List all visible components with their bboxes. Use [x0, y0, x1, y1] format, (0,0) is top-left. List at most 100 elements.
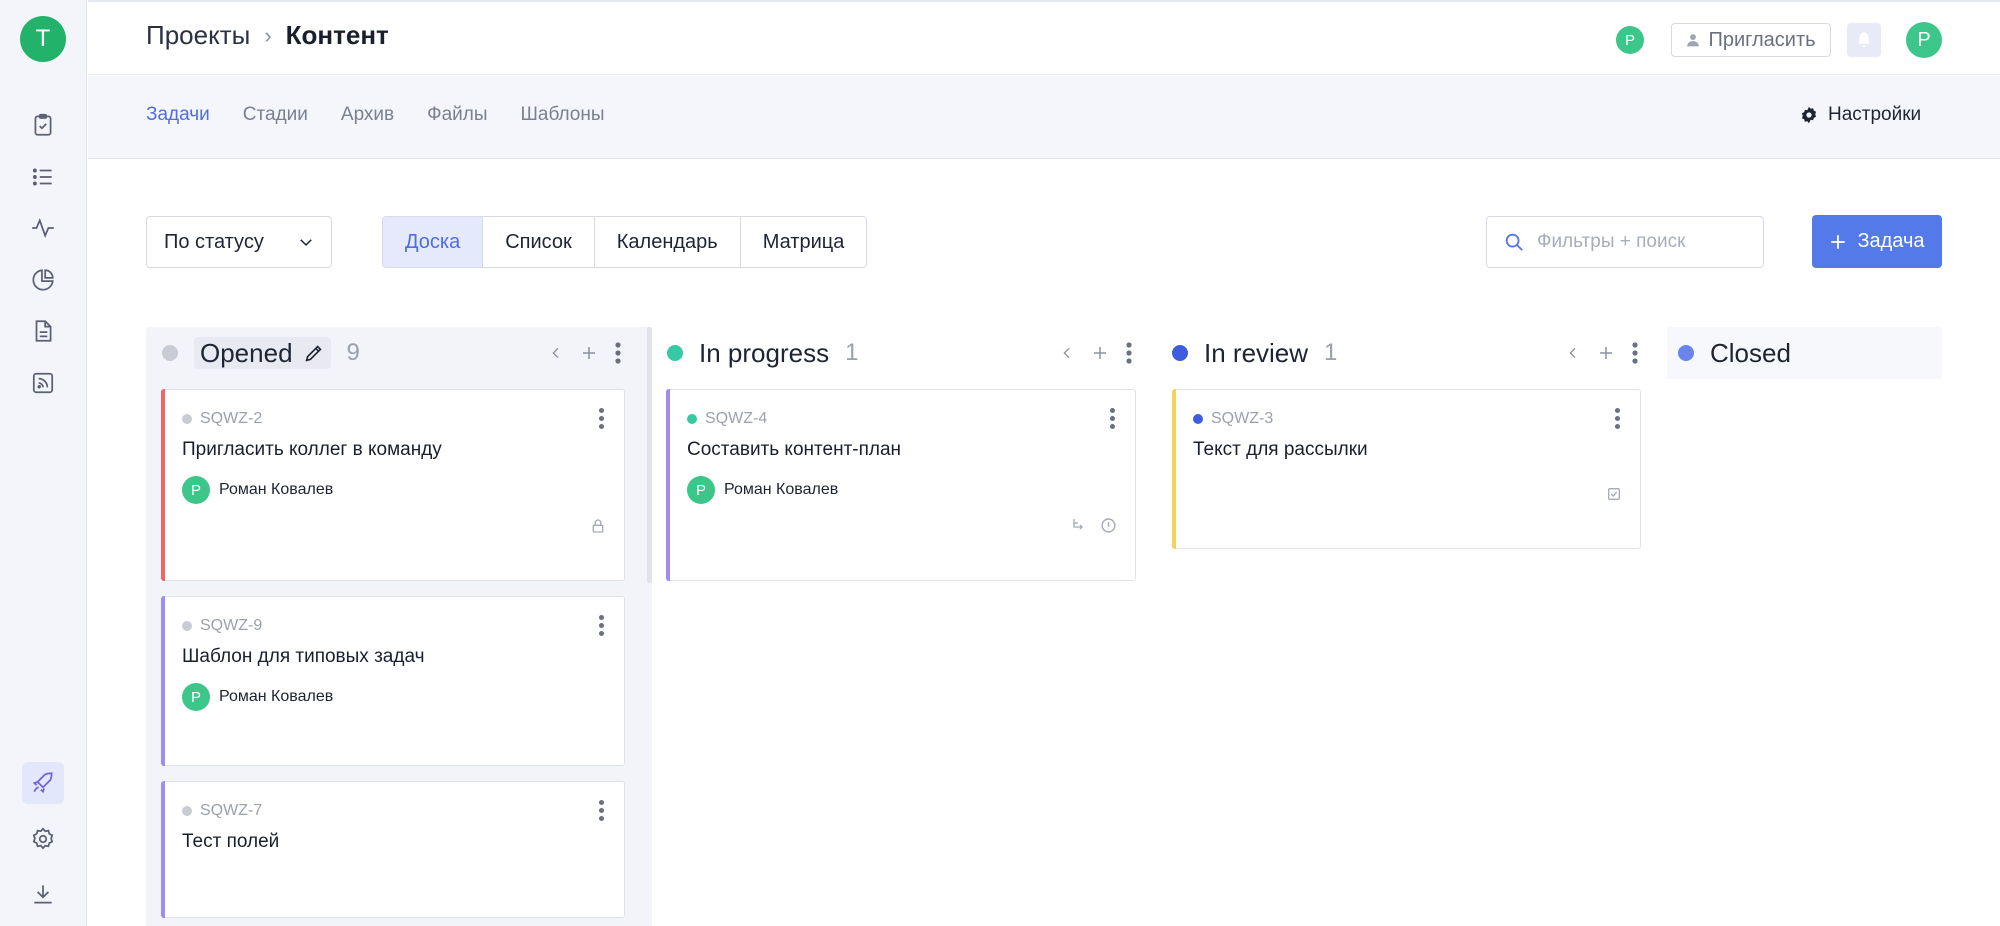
- column-scrollbar[interactable]: [647, 327, 652, 583]
- task-id: SQWZ-9: [182, 617, 262, 635]
- settings-label: Настройки: [1828, 104, 1922, 125]
- add-card-icon[interactable]: [580, 344, 598, 362]
- chevron-left-icon[interactable]: [548, 345, 564, 361]
- task-id: SQWZ-2: [182, 410, 262, 428]
- column-title-edit[interactable]: Opened: [194, 337, 331, 369]
- settings-icon[interactable]: [22, 818, 64, 860]
- settings-button[interactable]: Настройки: [1800, 104, 1921, 126]
- chevron-left-icon[interactable]: [1059, 345, 1075, 361]
- assignee-name: Роман Ковалев: [219, 688, 334, 705]
- search-filter-field[interactable]: [1486, 216, 1764, 268]
- list-icon[interactable]: [22, 156, 64, 198]
- task-card[interactable]: SQWZ-3 Текст для рассылки: [1172, 389, 1641, 549]
- more-vertical-icon[interactable]: [1125, 341, 1133, 365]
- assignee-avatar: Р: [182, 683, 210, 711]
- sidebar: T: [0, 0, 87, 926]
- column-header-closed: Closed: [1678, 327, 1791, 379]
- plus-icon: [1831, 234, 1846, 249]
- task-title: Текст для рассылки: [1193, 439, 1368, 460]
- task-title: Пригласить коллег в команду: [182, 439, 442, 460]
- chevron-left-icon[interactable]: [1565, 345, 1581, 361]
- group-by-select[interactable]: По статусу: [146, 216, 332, 268]
- breadcrumb: Проекты › Контент: [146, 20, 389, 51]
- priority-accent: [161, 389, 165, 581]
- column-actions-opened: [548, 341, 622, 365]
- top-header: Проекты › Контент Р Пригласить Р: [88, 0, 2000, 75]
- add-task-label: Задача: [1857, 230, 1925, 252]
- add-card-icon[interactable]: [1091, 344, 1109, 362]
- download-icon[interactable]: [22, 873, 64, 915]
- card-menu-icon[interactable]: [599, 800, 604, 821]
- view-board-button[interactable]: Доска: [383, 217, 484, 267]
- status-dot: [1172, 345, 1188, 361]
- invite-button[interactable]: Пригласить: [1671, 23, 1831, 57]
- priority-accent: [161, 596, 165, 766]
- tab-files[interactable]: Файлы: [427, 104, 487, 126]
- lock-icon: [592, 519, 604, 533]
- pencil-icon: [305, 345, 322, 362]
- workspace-avatar[interactable]: T: [20, 16, 66, 62]
- search-input[interactable]: [1537, 231, 1737, 253]
- status-dot: [162, 345, 178, 361]
- assignee-avatar: Р: [687, 476, 715, 504]
- card-menu-icon[interactable]: [1110, 408, 1115, 429]
- column-title[interactable]: In progress: [699, 338, 829, 369]
- view-calendar-button[interactable]: Календарь: [594, 217, 741, 267]
- document-icon[interactable]: [22, 310, 64, 352]
- tab-templates[interactable]: Шаблоны: [521, 104, 605, 126]
- card-menu-icon[interactable]: [599, 408, 604, 429]
- column-count: 9: [346, 339, 360, 366]
- view-matrix-button[interactable]: Матрица: [740, 217, 867, 267]
- more-vertical-icon[interactable]: [614, 341, 622, 365]
- task-assignee: Р Роман Ковалев: [182, 476, 333, 504]
- bell-icon: [1858, 32, 1870, 48]
- notifications-button[interactable]: [1847, 23, 1881, 57]
- subtask-icon: [1073, 519, 1083, 530]
- task-title: Составить контент-план: [687, 439, 902, 460]
- add-card-icon[interactable]: [1597, 344, 1615, 362]
- card-menu-icon[interactable]: [1615, 408, 1620, 429]
- info-icon: [1101, 518, 1116, 533]
- add-task-button[interactable]: Задача: [1812, 215, 1942, 268]
- view-list-button[interactable]: Список: [483, 217, 595, 267]
- reports-icon[interactable]: [22, 259, 64, 301]
- task-card[interactable]: SQWZ-4 Составить контент-план Р Роман Ко…: [666, 389, 1136, 581]
- tab-tasks[interactable]: Задачи: [146, 104, 210, 126]
- checklist-icon: [1608, 488, 1620, 500]
- task-assignee: Р Роман Ковалев: [182, 683, 333, 711]
- user-avatar[interactable]: Р: [1906, 22, 1942, 58]
- priority-accent: [1172, 389, 1176, 549]
- column-title[interactable]: In review: [1204, 338, 1308, 369]
- status-dot: [1678, 345, 1694, 361]
- task-card[interactable]: SQWZ-2 Пригласить коллег в команду Р Ром…: [161, 389, 625, 581]
- assignee-name: Роман Ковалев: [219, 481, 334, 498]
- card-menu-icon[interactable]: [599, 615, 604, 636]
- column-actions-in-progress: [1059, 341, 1133, 365]
- view-switcher: Доска Список Календарь Матрица: [382, 216, 868, 268]
- activity-icon[interactable]: [22, 207, 64, 249]
- group-by-value: По статусу: [164, 230, 264, 253]
- feed-icon[interactable]: [22, 362, 64, 404]
- search-icon: [1505, 233, 1523, 251]
- task-card[interactable]: SQWZ-9 Шаблон для типовых задач Р Роман …: [161, 596, 625, 766]
- task-id: SQWZ-3: [1193, 410, 1273, 428]
- invite-label: Пригласить: [1708, 28, 1816, 51]
- member-avatar[interactable]: Р: [1616, 26, 1644, 54]
- tab-stages[interactable]: Стадии: [243, 104, 308, 126]
- rocket-icon[interactable]: [22, 762, 64, 804]
- column-title[interactable]: Closed: [1710, 338, 1791, 369]
- column-header-in-progress: In progress 1: [667, 327, 858, 379]
- priority-accent: [161, 781, 165, 918]
- breadcrumb-projects[interactable]: Проекты: [146, 20, 250, 51]
- breadcrumb-separator: ›: [264, 22, 272, 48]
- column-actions-in-review: [1565, 341, 1639, 365]
- column-header-in-review: In review 1: [1172, 327, 1337, 379]
- page-title: Контент: [285, 20, 389, 50]
- tab-archive[interactable]: Архив: [341, 104, 394, 126]
- column-count: 1: [1324, 339, 1338, 366]
- task-card[interactable]: SQWZ-7 Тест полей: [161, 781, 625, 918]
- status-dot: [667, 345, 683, 361]
- gear-icon: [1801, 106, 1817, 124]
- tasks-icon[interactable]: [22, 104, 64, 146]
- more-vertical-icon[interactable]: [1631, 341, 1639, 365]
